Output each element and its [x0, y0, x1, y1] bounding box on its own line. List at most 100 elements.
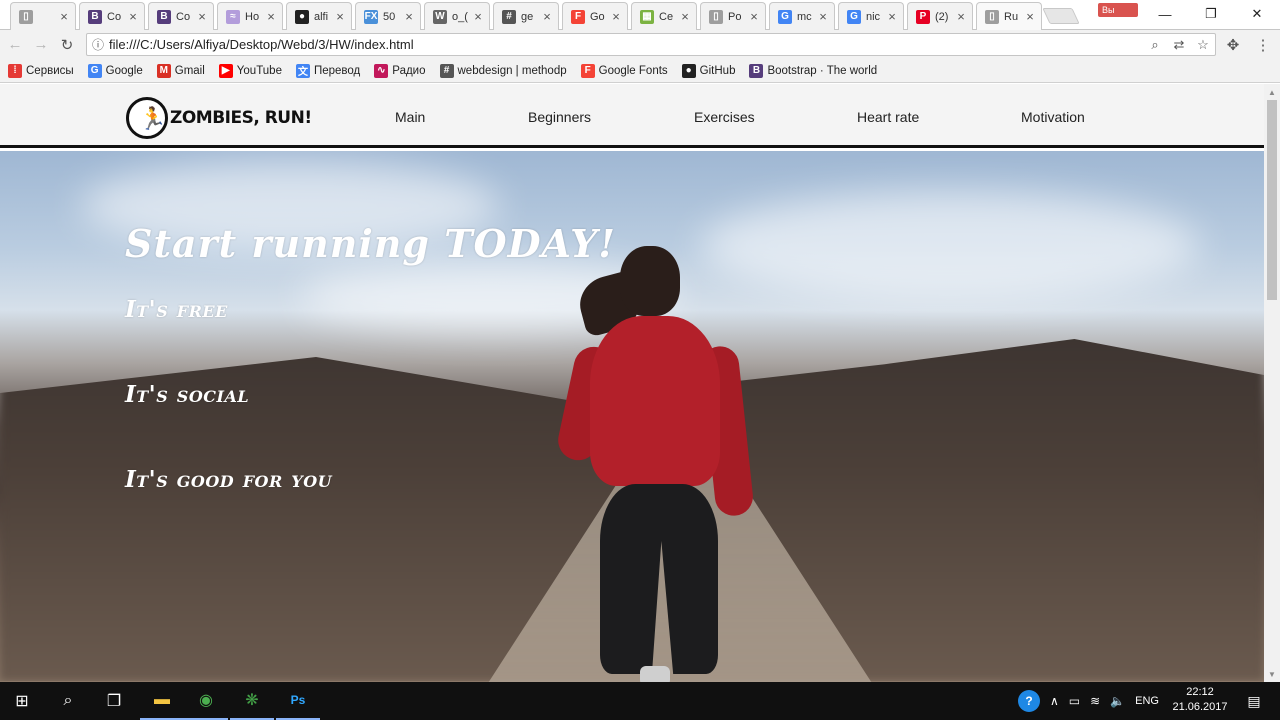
wifi-icon[interactable]: ≋ — [1090, 694, 1100, 708]
close-tab-icon[interactable]: × — [816, 9, 830, 24]
page-scrollbar[interactable]: ▲ ▼ — [1264, 84, 1280, 682]
bookmark-item[interactable]: ● GitHub — [681, 63, 735, 78]
restore-icon[interactable]: ❐ — [1188, 0, 1234, 28]
bookmark-item[interactable]: ⁞ Сервисы — [8, 63, 74, 78]
language-indicator[interactable]: ENG — [1135, 695, 1159, 707]
bookmark-star-icon[interactable]: ☆ — [1191, 37, 1215, 53]
browser-tab[interactable]: ● alfi × — [286, 2, 352, 30]
bookmark-item[interactable]: F Google Fonts — [580, 63, 668, 78]
github-icon: ● — [295, 9, 309, 24]
browser-toolbar: ← → ↻ ⓘ file:///C:/Users/Alfiya/Desktop/… — [0, 30, 1280, 59]
google-icon: G — [847, 9, 861, 24]
address-text[interactable]: file:///C:/Users/Alfiya/Desktop/Webd/3/H… — [109, 37, 1143, 52]
browser-tab[interactable]: Wo_(× — [424, 2, 490, 30]
browser-tab[interactable]: B Co × — [148, 2, 214, 30]
address-bar[interactable]: ⓘ file:///C:/Users/Alfiya/Desktop/Webd/3… — [86, 33, 1216, 56]
close-tab-icon[interactable]: × — [747, 9, 761, 24]
minimize-icon[interactable]: — — [1142, 0, 1188, 28]
help-icon[interactable]: ? — [1018, 690, 1040, 712]
bookmark-item[interactable]: B Bootstrap · The world — [749, 63, 878, 78]
profile-label: Вы — [1102, 5, 1115, 15]
close-tab-icon[interactable]: × — [126, 9, 140, 24]
bookmark-item[interactable]: M Gmail — [156, 63, 205, 78]
battery-icon[interactable]: ▭ — [1069, 694, 1080, 708]
close-tab-icon[interactable]: × — [195, 9, 209, 24]
browser-tab[interactable]: ▦ Ce × — [631, 2, 697, 30]
scroll-thumb[interactable] — [1267, 100, 1277, 300]
close-tab-icon[interactable]: × — [678, 9, 692, 24]
close-tab-icon[interactable]: × — [954, 9, 968, 24]
tab-title: mc — [797, 10, 812, 23]
extension-move-icon[interactable]: ✥ — [1220, 33, 1246, 56]
bookmark-item[interactable]: G Google — [87, 63, 143, 78]
browser-tab[interactable]: ▯ Ru × — [976, 2, 1042, 30]
info-icon[interactable]: ⓘ — [87, 36, 109, 53]
chevron-up-icon[interactable]: ∧ — [1050, 694, 1059, 708]
scroll-down-icon[interactable]: ▼ — [1264, 666, 1280, 682]
close-tab-icon[interactable]: × — [402, 9, 416, 24]
site-header: 🏃 ZOMBIES, RUN! Main Beginners Exercises… — [0, 84, 1264, 148]
zoom-icon[interactable]: ⌕ — [1143, 37, 1167, 53]
nav-beginners[interactable]: Beginners — [528, 109, 591, 125]
profile-button[interactable]: Вы — [1098, 3, 1138, 17]
task-view-icon[interactable]: ❐ — [92, 682, 136, 720]
bookmark-item[interactable]: ▶ YouTube — [218, 63, 282, 78]
tab-title: o_( — [452, 10, 468, 23]
close-tab-icon[interactable]: × — [264, 9, 278, 24]
menu-icon[interactable]: ⋮ — [1250, 33, 1276, 56]
volume-icon[interactable]: 🔈 — [1110, 694, 1125, 708]
gmail-icon: M — [156, 63, 171, 78]
browser-tab[interactable]: ▯ Po × — [700, 2, 766, 30]
app-green-icon[interactable]: ❋ — [230, 682, 274, 720]
site-logo[interactable]: 🏃 ZOMBIES, RUN! — [126, 97, 312, 139]
nav-heart-rate[interactable]: Heart rate — [857, 109, 919, 125]
close-tab-icon[interactable]: × — [333, 9, 347, 24]
clock[interactable]: 22:12 21.06.2017 — [1168, 685, 1232, 715]
windows-start-icon[interactable]: ⊞ — [0, 682, 44, 720]
tab-title: alfi — [314, 10, 329, 23]
chrome-icon[interactable]: ◉ — [184, 682, 228, 720]
back-icon[interactable]: ← — [2, 32, 28, 58]
photoshop-icon[interactable]: Ps — [276, 682, 320, 720]
browser-tab[interactable]: ≈ Ho × — [217, 2, 283, 30]
close-window-icon[interactable]: ✕ — [1234, 0, 1280, 28]
file-explorer-icon[interactable]: ▬ — [140, 682, 184, 720]
browser-tab[interactable]: FX 50 × — [355, 2, 421, 30]
scroll-up-icon[interactable]: ▲ — [1264, 84, 1280, 100]
bookmark-label: Google — [105, 64, 143, 77]
browser-tab[interactable]: Gmc × — [769, 2, 835, 30]
hero-line-good: It's good for you — [125, 466, 333, 493]
translate-icon[interactable]: ⇄ — [1167, 37, 1191, 53]
forward-icon[interactable]: → — [28, 32, 54, 58]
browser-tab[interactable]: F Go × — [562, 2, 628, 30]
tab-title: Po — [728, 10, 742, 23]
close-tab-icon[interactable]: × — [1023, 9, 1037, 24]
close-tab-icon[interactable]: × — [57, 9, 71, 24]
nav-main[interactable]: Main — [395, 109, 425, 125]
nav-motivation[interactable]: Motivation — [1021, 109, 1085, 125]
nav-exercises[interactable]: Exercises — [694, 109, 755, 125]
browser-tab[interactable]: B Co × — [79, 2, 145, 30]
browser-tab[interactable]: # ge × — [493, 2, 559, 30]
close-tab-icon[interactable]: × — [540, 9, 554, 24]
search-icon[interactable]: ⌕ — [46, 682, 90, 720]
bookmark-label: Bootstrap · The world — [767, 64, 878, 77]
browser-tab[interactable]: ▯ × — [10, 2, 76, 30]
bookmark-item[interactable]: ∿ Радио — [374, 63, 426, 78]
close-tab-icon[interactable]: × — [885, 9, 899, 24]
youtube-icon: ▶ — [218, 63, 233, 78]
zombie-runner-icon: 🏃 — [126, 97, 168, 139]
browser-tab[interactable]: P (2) × — [907, 2, 973, 30]
wikipedia-icon: W — [433, 9, 447, 24]
system-tray: ? ∧ ▭ ≋ 🔈 ENG — [1018, 682, 1159, 720]
browser-tab-strip: ▯ × B Co × B Co × ≈ Ho × ● alfi × FX 50 × Wo_(× # ge × F Go × ▦ C… — [0, 0, 1280, 30]
close-tab-icon[interactable]: × — [471, 9, 485, 24]
bookmark-label: Перевод — [313, 64, 361, 77]
browser-tab[interactable]: Gnic × — [838, 2, 904, 30]
notifications-icon[interactable]: ▤ — [1232, 682, 1276, 720]
bookmark-item[interactable]: 文 Перевод — [295, 63, 361, 78]
reload-icon[interactable]: ↻ — [54, 32, 80, 58]
new-tab-button[interactable] — [1042, 8, 1080, 24]
close-tab-icon[interactable]: × — [609, 9, 623, 24]
bookmark-item[interactable]: # webdesign | methodp — [439, 63, 567, 78]
